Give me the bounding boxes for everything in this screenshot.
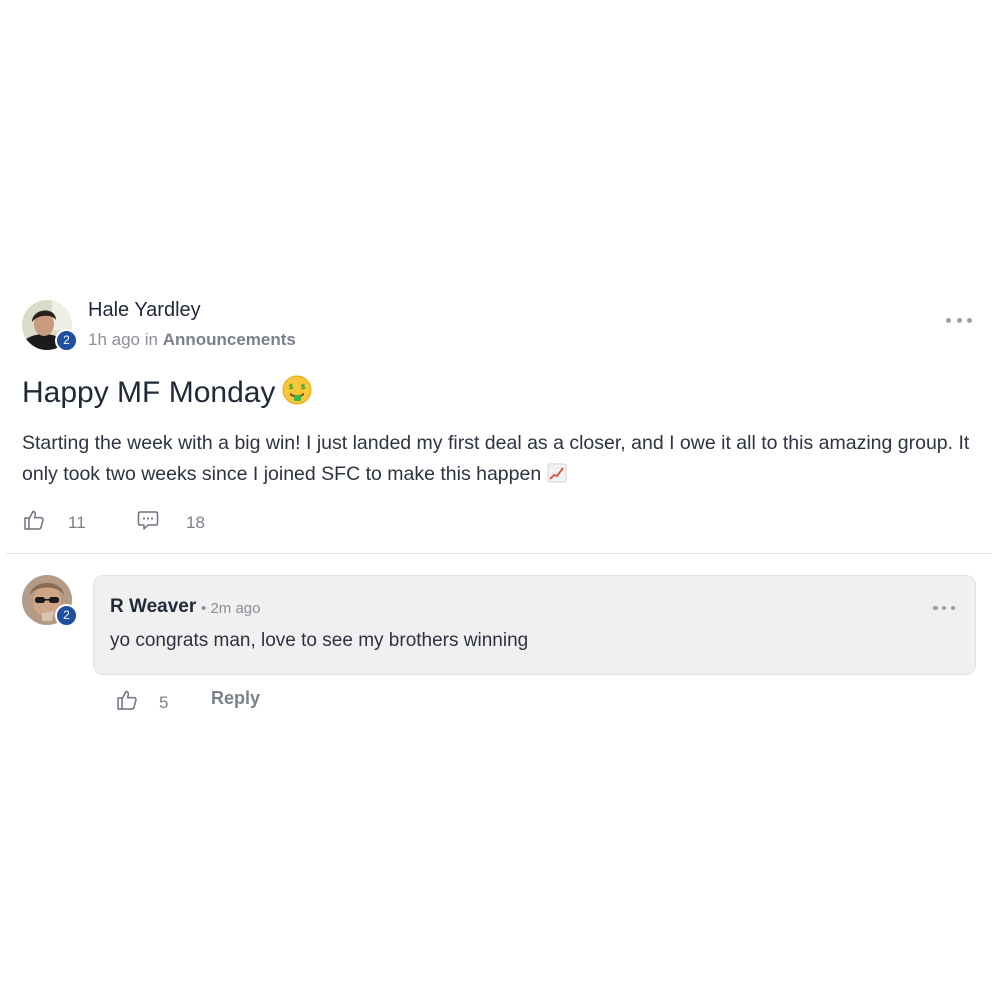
comment-separator-dot: •	[201, 600, 207, 617]
post-divider	[6, 553, 992, 554]
post-header: 2 Hale Yardley 1h ago in Announcements	[22, 298, 972, 354]
comment-time-text: 2m ago	[210, 600, 261, 617]
thumbs-up-icon	[115, 688, 139, 717]
post-title-text: Happy MF Monday	[22, 376, 276, 409]
post-more-options-icon[interactable]	[946, 310, 972, 330]
post-like-button[interactable]: 11	[22, 508, 86, 537]
money-mouth-face-icon: $ $	[281, 374, 313, 414]
post-page: 2 Hale Yardley 1h ago in Announcements H…	[0, 0, 1000, 1000]
comment-reply-button[interactable]: Reply	[211, 688, 260, 709]
author-level-badge: 2	[55, 329, 78, 352]
chat-bubble-dots-icon	[136, 508, 160, 537]
post-body: Starting the week with a big win! I just…	[22, 428, 972, 493]
post-like-count: 11	[68, 512, 86, 532]
post-body-text: Starting the week with a big win! I just…	[22, 432, 970, 485]
post-meta: 1h ago in Announcements	[88, 330, 296, 350]
post-time: 1h ago	[88, 330, 140, 349]
post-comment-count: 18	[186, 512, 205, 532]
svg-text:$: $	[289, 383, 294, 391]
comment-author-avatar-wrap: 2	[22, 575, 80, 631]
comment-bubble: R Weaver • 2m ago yo congrats man, love …	[93, 575, 976, 675]
post-meta-in: in	[144, 330, 158, 349]
reply-label[interactable]: Reply	[211, 688, 260, 709]
post-category-link[interactable]: Announcements	[163, 330, 296, 349]
comment-like-count: 5	[159, 692, 169, 712]
comment-text: yo congrats man, love to see my brothers…	[110, 630, 529, 651]
post-title: Happy MF Monday $ $	[22, 374, 313, 414]
post-comment-button[interactable]: 18	[136, 508, 205, 537]
comment-like-button[interactable]: 5	[115, 688, 168, 717]
post-author-name[interactable]: Hale Yardley	[88, 299, 201, 322]
comment-more-options-icon[interactable]	[933, 598, 955, 618]
comment-time: • 2m ago	[201, 600, 260, 617]
comment-author-level-badge: 2	[55, 604, 78, 627]
comment-author-name[interactable]: R Weaver	[110, 596, 196, 618]
thumbs-up-icon	[22, 508, 46, 537]
chart-increasing-icon	[547, 462, 567, 493]
svg-text:$: $	[301, 383, 306, 391]
